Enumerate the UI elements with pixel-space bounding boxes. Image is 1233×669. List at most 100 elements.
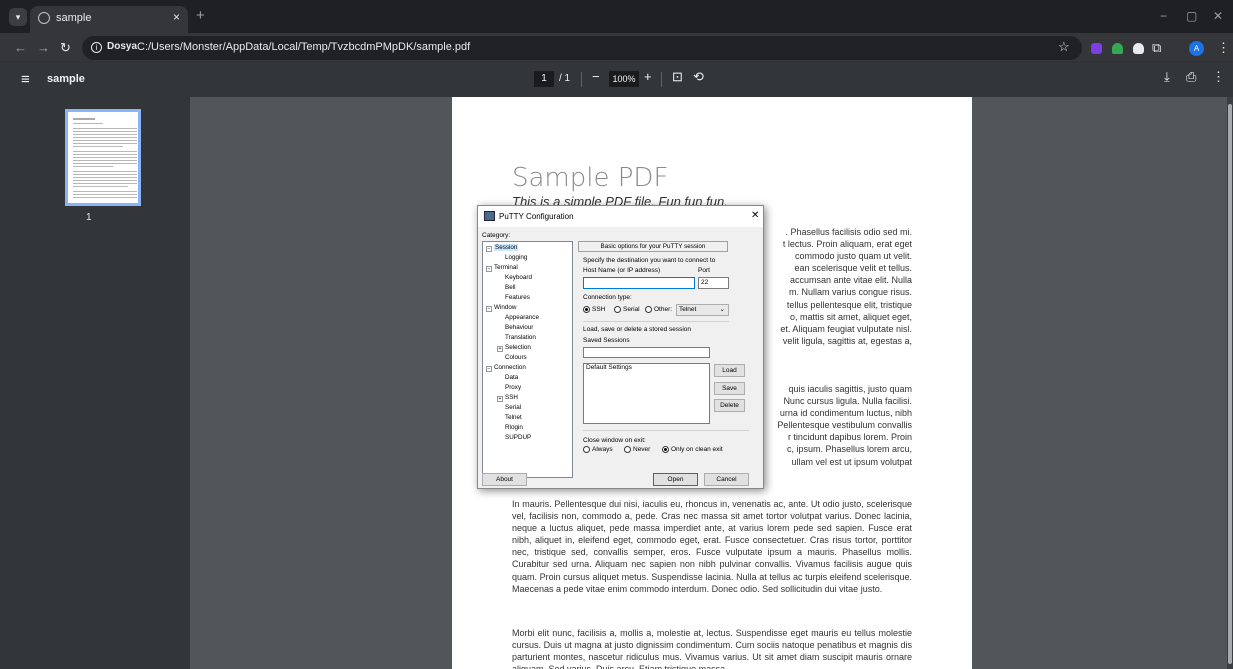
thumbnail-page-number: 1 [86,212,92,223]
open-button[interactable]: Open [653,473,698,486]
zoom-out-button[interactable]: − [592,69,600,84]
expand-icon[interactable]: + [497,396,503,402]
delete-button[interactable]: Delete [714,399,745,412]
load-button[interactable]: Load [714,364,745,377]
saved-sessions-label: Saved Sessions [583,337,630,344]
radio-clean-exit-label[interactable]: Only on clean exit [671,446,723,453]
collapse-icon[interactable]: − [486,266,492,272]
tree-item-rlogin[interactable]: Rlogin [505,424,523,431]
other-protocol-select[interactable]: Telnet ⌄ [676,304,729,316]
browser-menu-icon[interactable]: ⋮ [1217,40,1230,56]
address-bar[interactable]: i Dosya C:/Users/Monster/AppData/Local/T… [82,36,1082,60]
radio-serial-label[interactable]: Serial [623,306,640,313]
tree-item-telnet[interactable]: Telnet [505,414,522,421]
radio-other[interactable] [645,306,652,313]
tree-item-bell[interactable]: Bell [505,284,516,291]
tree-item-session[interactable]: Session [494,244,519,251]
menu-icon[interactable]: ≡ [21,71,30,88]
scrollbar-thumb[interactable] [1228,104,1232,664]
radio-ssh[interactable] [583,306,590,313]
tree-item-ssh[interactable]: SSH [505,394,518,401]
tree-item-connection[interactable]: Connection [494,364,526,371]
save-button[interactable]: Save [714,382,745,395]
reload-icon[interactable]: ↻ [60,40,71,56]
collapse-icon[interactable]: − [486,366,492,372]
radio-clean-exit[interactable] [662,446,669,453]
category-label: Category: [482,232,511,239]
page-total: / 1 [559,73,571,84]
radio-serial[interactable] [614,306,621,313]
security-chip[interactable]: Dosya [107,41,137,52]
bookmark-star-icon[interactable]: ☆ [1058,39,1070,55]
page-thumbnail[interactable] [65,109,141,206]
tree-item-features[interactable]: Features [505,294,530,301]
radio-always-label[interactable]: Always [592,446,613,453]
globe-icon [38,12,50,24]
category-tree[interactable]: − Session Logging − Terminal Keyboard Be… [482,241,573,478]
port-label: Port [698,267,710,274]
print-icon[interactable]: ⎙ [1186,69,1196,85]
maximize-button[interactable]: ▢ [1186,9,1197,23]
host-name-input[interactable] [583,277,695,289]
tree-item-proxy[interactable]: Proxy [505,384,521,391]
tree-item-window[interactable]: Window [494,304,516,311]
session-item-default[interactable]: Default Settings [586,364,709,371]
tab-close-icon[interactable]: × [173,10,180,24]
forward-icon[interactable]: → [37,40,50,55]
download-icon[interactable]: ⤓ [1164,69,1170,85]
tree-item-selection[interactable]: Selection [505,344,531,351]
radio-always[interactable] [583,446,590,453]
extension-purple-icon[interactable] [1091,43,1102,54]
browser-tab[interactable]: sample × [30,6,188,33]
zoom-in-button[interactable]: + [644,69,652,84]
tree-item-translation[interactable]: Translation [505,334,536,341]
extensions-puzzle-icon[interactable]: ⧉ [1152,40,1161,56]
collapse-icon[interactable]: − [486,246,492,252]
info-icon[interactable]: i [91,42,102,53]
pdf-toolbar: ≡ sample 1 / 1 − 100% + ⊡ ⟲ ⤓ ⎙ ⋮ [0,63,1233,97]
more-options-icon[interactable]: ⋮ [1212,69,1225,85]
tree-item-appearance[interactable]: Appearance [505,314,539,321]
paragraph-4: Morbi elit nunc, facilisis a, mollis a, … [512,628,912,669]
radio-ssh-label[interactable]: SSH [592,306,605,313]
close-window-button[interactable]: ✕ [1213,9,1223,23]
cancel-button[interactable]: Cancel [704,473,749,486]
rotate-icon[interactable]: ⟲ [693,69,704,85]
extension-shield-icon[interactable] [1112,43,1123,54]
fit-page-icon[interactable]: ⊡ [672,69,683,85]
tree-item-terminal[interactable]: Terminal [494,264,518,271]
divider [583,430,749,431]
tab-search-icon[interactable]: ▾ [9,8,27,26]
chevron-down-icon: ⌄ [719,306,725,313]
tree-item-behaviour[interactable]: Behaviour [505,324,533,331]
new-tab-button[interactable]: + [196,7,205,24]
zoom-input[interactable]: 100% [609,71,639,87]
dialog-close-icon[interactable]: ✕ [751,210,759,221]
tab-title: sample [56,12,92,24]
tree-item-keyboard[interactable]: Keyboard [505,274,532,281]
port-input[interactable]: 22 [698,277,729,289]
extension-white-shield-icon[interactable] [1133,43,1144,54]
tree-item-supdup[interactable]: SUPDUP [505,434,531,441]
url-text[interactable]: C:/Users/Monster/AppData/Local/Temp/Tvzb… [137,41,470,53]
collapse-icon[interactable]: − [486,306,492,312]
putty-configuration-dialog: PuTTY Configuration ✕ Category: − Sessio… [477,205,764,489]
dialog-titlebar[interactable]: PuTTY Configuration ✕ [478,206,763,227]
about-button[interactable]: About [482,473,527,486]
dialog-title: PuTTY Configuration [499,212,574,221]
tree-item-serial[interactable]: Serial [505,404,521,411]
tree-item-data[interactable]: Data [505,374,518,381]
minimize-button[interactable]: − [1160,9,1167,23]
profile-avatar[interactable]: A [1189,41,1204,56]
page-number-input[interactable]: 1 [534,71,554,87]
sessions-list[interactable]: Default Settings [583,363,710,424]
tree-item-colours[interactable]: Colours [505,354,527,361]
saved-sessions-input[interactable] [583,347,710,358]
radio-never[interactable] [624,446,631,453]
expand-icon[interactable]: + [497,346,503,352]
radio-never-label[interactable]: Never [633,446,650,453]
back-icon[interactable]: ← [14,40,27,55]
tree-item-logging[interactable]: Logging [505,254,527,261]
connection-type-label: Connection type: [583,294,632,301]
radio-other-label[interactable]: Other: [654,306,672,313]
